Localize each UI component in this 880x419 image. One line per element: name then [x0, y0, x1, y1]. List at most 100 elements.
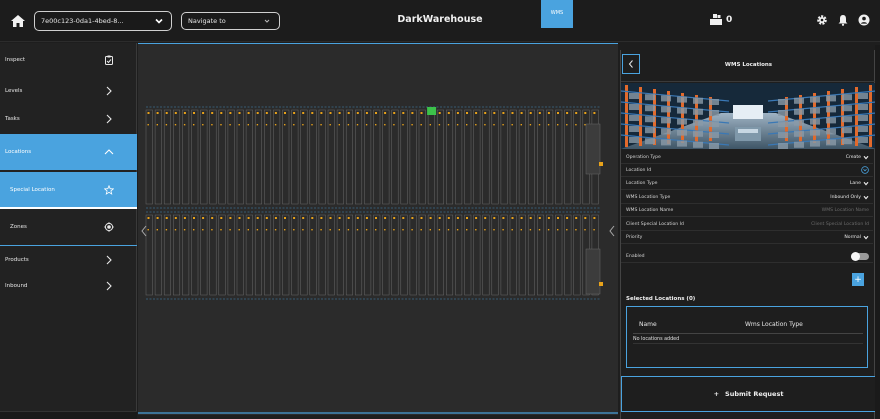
- field-location-id[interactable]: Location Id: [621, 164, 873, 177]
- add-location-button[interactable]: +: [852, 273, 864, 286]
- lane-marker: [220, 112, 223, 114]
- pallet-box: [693, 119, 703, 126]
- home-icon[interactable]: [10, 13, 26, 29]
- sidebar-item-levels[interactable]: Levels: [0, 81, 137, 101]
- field-client-special-location-id[interactable]: Client Special Location Id Client Special…: [621, 218, 873, 231]
- sidebar-item-inspect[interactable]: Inspect: [0, 49, 137, 71]
- tenant-select[interactable]: 7e00c123-0da1-4bed-8...: [34, 11, 172, 31]
- enabled-toggle[interactable]: [851, 251, 869, 261]
- pallet-box: [858, 137, 868, 143]
- chevron-down-icon: [155, 18, 163, 24]
- lane-slot: [400, 109, 408, 205]
- pallet-box: [858, 104, 868, 110]
- gear-icon[interactable]: [816, 14, 828, 26]
- location-picker-icon[interactable]: [861, 166, 869, 174]
- pallet-box: [810, 96, 820, 103]
- collapse-left-icon[interactable]: [139, 224, 149, 238]
- panel-header: WMS Locations: [621, 50, 876, 82]
- lane-slot: [473, 109, 481, 205]
- field-value: Normal: [844, 234, 861, 240]
- sidebar-item-locations[interactable]: Locations: [0, 134, 137, 170]
- lane-slot: [364, 214, 372, 296]
- conveyor-block: [585, 248, 601, 295]
- lane-marker: [238, 124, 240, 126]
- field-input[interactable]: WMS Location Name: [822, 208, 869, 213]
- submit-request-button[interactable]: + Submit Request: [621, 376, 876, 412]
- lane-slot: [191, 214, 199, 296]
- warehouse-map[interactable]: [138, 43, 618, 415]
- sidebar-item-special-location[interactable]: Special Location: [0, 172, 137, 209]
- field-priority[interactable]: Priority Normal: [621, 231, 873, 244]
- field-select[interactable]: Lane: [850, 181, 869, 186]
- lane-marker: [211, 217, 214, 219]
- lane-marker: [575, 229, 577, 231]
- bell-icon[interactable]: [837, 14, 849, 26]
- lane-marker: [557, 229, 559, 231]
- lane-slot: [527, 214, 535, 296]
- sidebar-item-inbound[interactable]: Inbound: [0, 277, 137, 295]
- sidebar-item-label: Products: [5, 257, 29, 263]
- field-input[interactable]: Client Special Location Id: [811, 222, 869, 227]
- collapse-right-icon[interactable]: [607, 224, 617, 238]
- lane-slot: [182, 214, 190, 296]
- field-wms-location-name[interactable]: WMS Location Name WMS Location Name: [621, 204, 873, 217]
- lane-marker: [347, 112, 350, 114]
- lane-slot: [173, 109, 181, 205]
- pallet-box: [677, 96, 687, 103]
- field-enabled[interactable]: Enabled: [621, 250, 873, 263]
- pallet-box: [661, 117, 671, 124]
- lane-marker: [293, 112, 296, 114]
- field-operation-type[interactable]: Operation Type Create: [621, 151, 873, 164]
- field-select[interactable]: Inbound Only: [830, 195, 869, 200]
- lane-marker: [284, 229, 286, 231]
- lane-marker: [511, 229, 513, 231]
- warehouse-map-canvas[interactable]: [138, 44, 618, 416]
- chevron-down-icon: [863, 195, 869, 200]
- lane-marker: [183, 112, 186, 114]
- sidebar-item-products[interactable]: Products: [0, 251, 137, 269]
- field-select[interactable]: Normal: [844, 235, 869, 240]
- lane-marker: [338, 112, 341, 114]
- lane-marker: [293, 217, 296, 219]
- lane-marker: [174, 112, 177, 114]
- lane-slot: [163, 214, 171, 296]
- lane-slot: [573, 109, 581, 205]
- navigate-select[interactable]: Navigate to: [181, 12, 280, 30]
- pallet-box: [629, 115, 639, 121]
- sidebar-item-tasks[interactable]: Tasks: [0, 109, 137, 129]
- user-icon[interactable]: [858, 14, 870, 26]
- field-location-type[interactable]: Location Type Lane: [621, 177, 873, 190]
- lane-marker: [511, 217, 514, 219]
- lane-marker: [447, 229, 450, 231]
- lane-marker: [484, 124, 486, 126]
- chevron-down-icon: [863, 181, 869, 186]
- field-select[interactable]: Create: [846, 155, 869, 160]
- chevron-down-icon: [264, 19, 270, 23]
- lane-marker: [193, 124, 195, 126]
- lane-marker: [420, 217, 423, 219]
- lane-slot: [236, 214, 244, 296]
- lane-marker: [429, 217, 432, 219]
- wms-badge[interactable]: WMS: [541, 0, 573, 28]
- lane-marker: [356, 124, 359, 126]
- lane-marker: [466, 124, 468, 126]
- lane-slot: [418, 109, 426, 205]
- lane-marker: [547, 217, 550, 219]
- lane-slot: [418, 214, 426, 296]
- lane-marker: [566, 217, 569, 219]
- toggle-switch[interactable]: [851, 251, 869, 261]
- lane-marker: [520, 217, 523, 219]
- lane-slot: [191, 109, 199, 205]
- lane-slot: [546, 214, 554, 296]
- lane-slot: [163, 109, 171, 205]
- lane-slot: [491, 109, 499, 205]
- field-wms-location-type[interactable]: WMS Location Type Inbound Only: [621, 191, 873, 204]
- pallet-counter[interactable]: 0: [710, 14, 732, 25]
- lane-slot: [564, 214, 572, 296]
- lane-marker: [238, 112, 241, 114]
- lane-marker: [347, 124, 350, 126]
- lane-marker: [520, 229, 522, 231]
- sidebar-item-zones[interactable]: Zones: [0, 211, 137, 243]
- lane-marker: [256, 229, 259, 231]
- lane-marker: [156, 124, 158, 126]
